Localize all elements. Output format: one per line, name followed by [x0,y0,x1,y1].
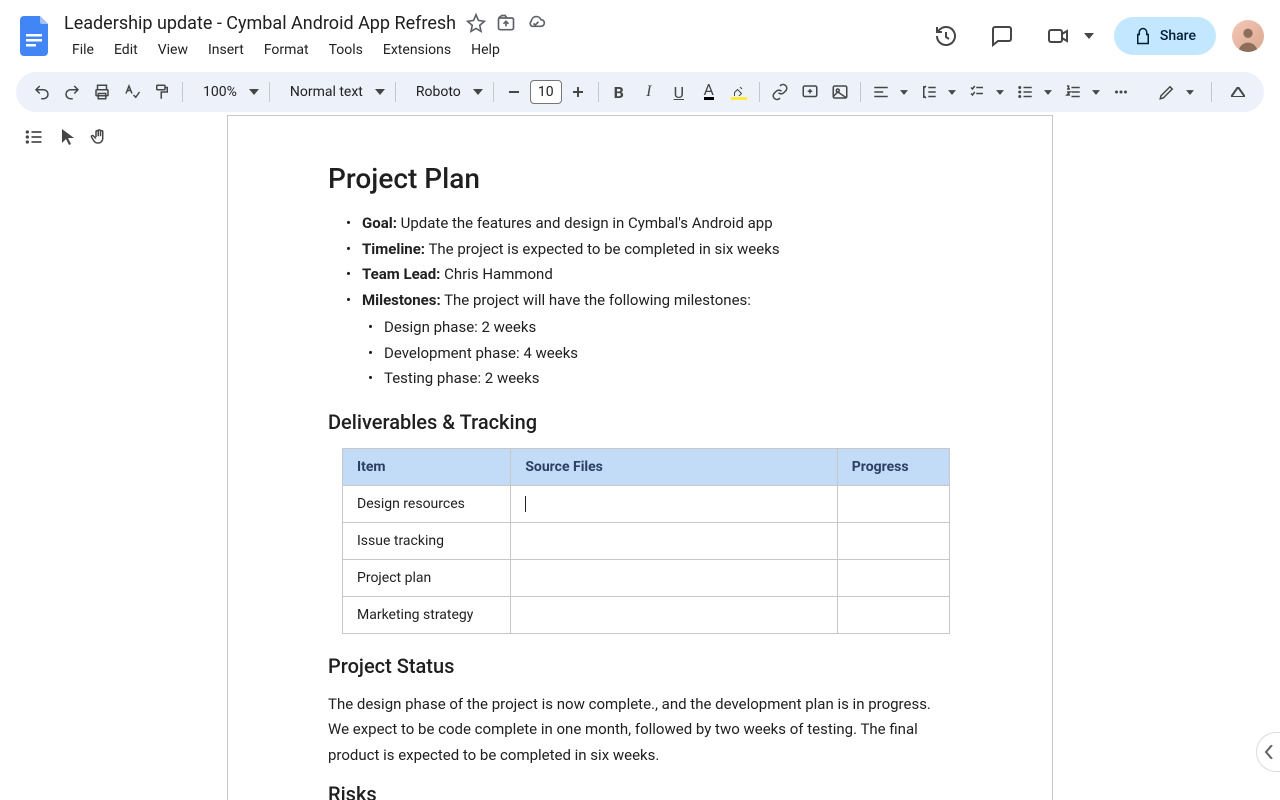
menu-extensions[interactable]: Extensions [375,38,459,62]
underline-button[interactable]: U [665,78,693,106]
comments-icon[interactable] [982,16,1022,56]
menu-insert[interactable]: Insert [200,38,252,62]
list-item: Development phase: 4 weeks [368,341,952,367]
separator [759,82,760,102]
table-row: Marketing strategy [343,596,950,633]
meet-dropdown-icon[interactable] [1080,22,1098,50]
checklist-button[interactable] [963,78,991,106]
text-cursor [525,496,526,512]
separator [269,82,270,102]
zoom-label: 100% [197,84,243,100]
text-color-button[interactable]: A [695,78,723,106]
version-history-icon[interactable] [926,16,966,56]
col-progress: Progress [837,448,949,485]
insert-image-button[interactable] [826,78,854,106]
menu-view[interactable]: View [150,38,196,62]
numbered-list-button[interactable] [1059,78,1087,106]
docs-logo[interactable] [16,16,56,56]
col-source: Source Files [511,448,837,485]
separator [598,82,599,102]
separator [182,82,183,102]
list-item: Team Lead: Chris Hammond [346,262,952,288]
paragraph-style-dropdown[interactable]: Normal text [276,78,389,106]
list-item: Design phase: 2 weeks [368,315,952,341]
table-row: Issue tracking [343,522,950,559]
table-row: Design resources [343,485,950,522]
redo-button[interactable] [58,78,86,106]
doc-title[interactable]: Leadership update - Cymbal Android App R… [64,11,456,36]
risks-heading: Risks [328,782,952,800]
menu-file[interactable]: File [64,38,102,62]
list-item: Goal: Update the features and design in … [346,211,952,237]
cloud-saved-icon[interactable] [526,13,546,33]
separator [1211,82,1212,102]
meet-icon[interactable] [1038,16,1078,56]
numbered-dropdown-icon[interactable] [1087,78,1105,106]
style-label: Normal text [284,84,369,100]
line-spacing-dropdown-icon[interactable] [943,78,961,106]
deliverables-table[interactable]: Item Source Files Progress Design resour… [342,448,950,634]
align-button[interactable] [867,78,895,106]
font-label: Roboto [410,84,467,100]
editing-mode-dropdown-icon[interactable] [1181,78,1199,106]
menu-tools[interactable]: Tools [321,38,371,62]
bulleted-dropdown-icon[interactable] [1039,78,1057,106]
list-item: Milestones: The project will have the fo… [346,288,952,314]
menu-format[interactable]: Format [256,38,317,62]
star-icon[interactable] [466,13,486,33]
italic-button[interactable]: I [635,78,663,106]
list-item: Timeline: The project is expected to be … [346,237,952,263]
bulleted-list-button[interactable] [1011,78,1039,106]
zoom-dropdown[interactable]: 100% [189,78,263,106]
insert-comment-button[interactable] [796,78,824,106]
menu-help[interactable]: Help [463,38,508,62]
line-spacing-button[interactable] [915,78,943,106]
font-dropdown[interactable]: Roboto [402,78,487,106]
print-button[interactable] [88,78,116,106]
status-paragraph: The design phase of the project is now c… [328,692,952,769]
share-label: Share [1160,28,1196,44]
insert-link-button[interactable] [766,78,794,106]
checklist-dropdown-icon[interactable] [991,78,1009,106]
spellcheck-button[interactable] [118,78,146,106]
increase-font-size-button[interactable] [564,78,592,106]
bold-button[interactable]: B [605,78,633,106]
move-to-drive-icon[interactable] [496,13,516,33]
col-item: Item [343,448,511,485]
page-title: Project Plan [328,162,952,195]
paint-format-button[interactable] [148,78,176,106]
editing-mode-button[interactable] [1153,78,1181,106]
decrease-font-size-button[interactable] [500,78,528,106]
highlight-button[interactable] [725,78,753,106]
deliverables-heading: Deliverables & Tracking [328,410,952,434]
separator [860,82,861,102]
table-row: Project plan [343,559,950,596]
more-toolbar-button[interactable] [1107,78,1135,106]
align-dropdown-icon[interactable] [895,78,913,106]
separator [395,82,396,102]
document-page[interactable]: Project Plan Goal: Update the features a… [227,115,1053,800]
collapse-toolbar-button[interactable] [1224,78,1252,106]
status-heading: Project Status [328,654,952,678]
undo-button[interactable] [28,78,56,106]
list-item: Testing phase: 2 weeks [368,366,952,392]
menu-edit[interactable]: Edit [106,38,146,62]
share-button[interactable]: Share [1114,17,1216,55]
font-size-input[interactable]: 10 [530,80,562,104]
separator [493,82,494,102]
avatar[interactable] [1232,20,1264,52]
